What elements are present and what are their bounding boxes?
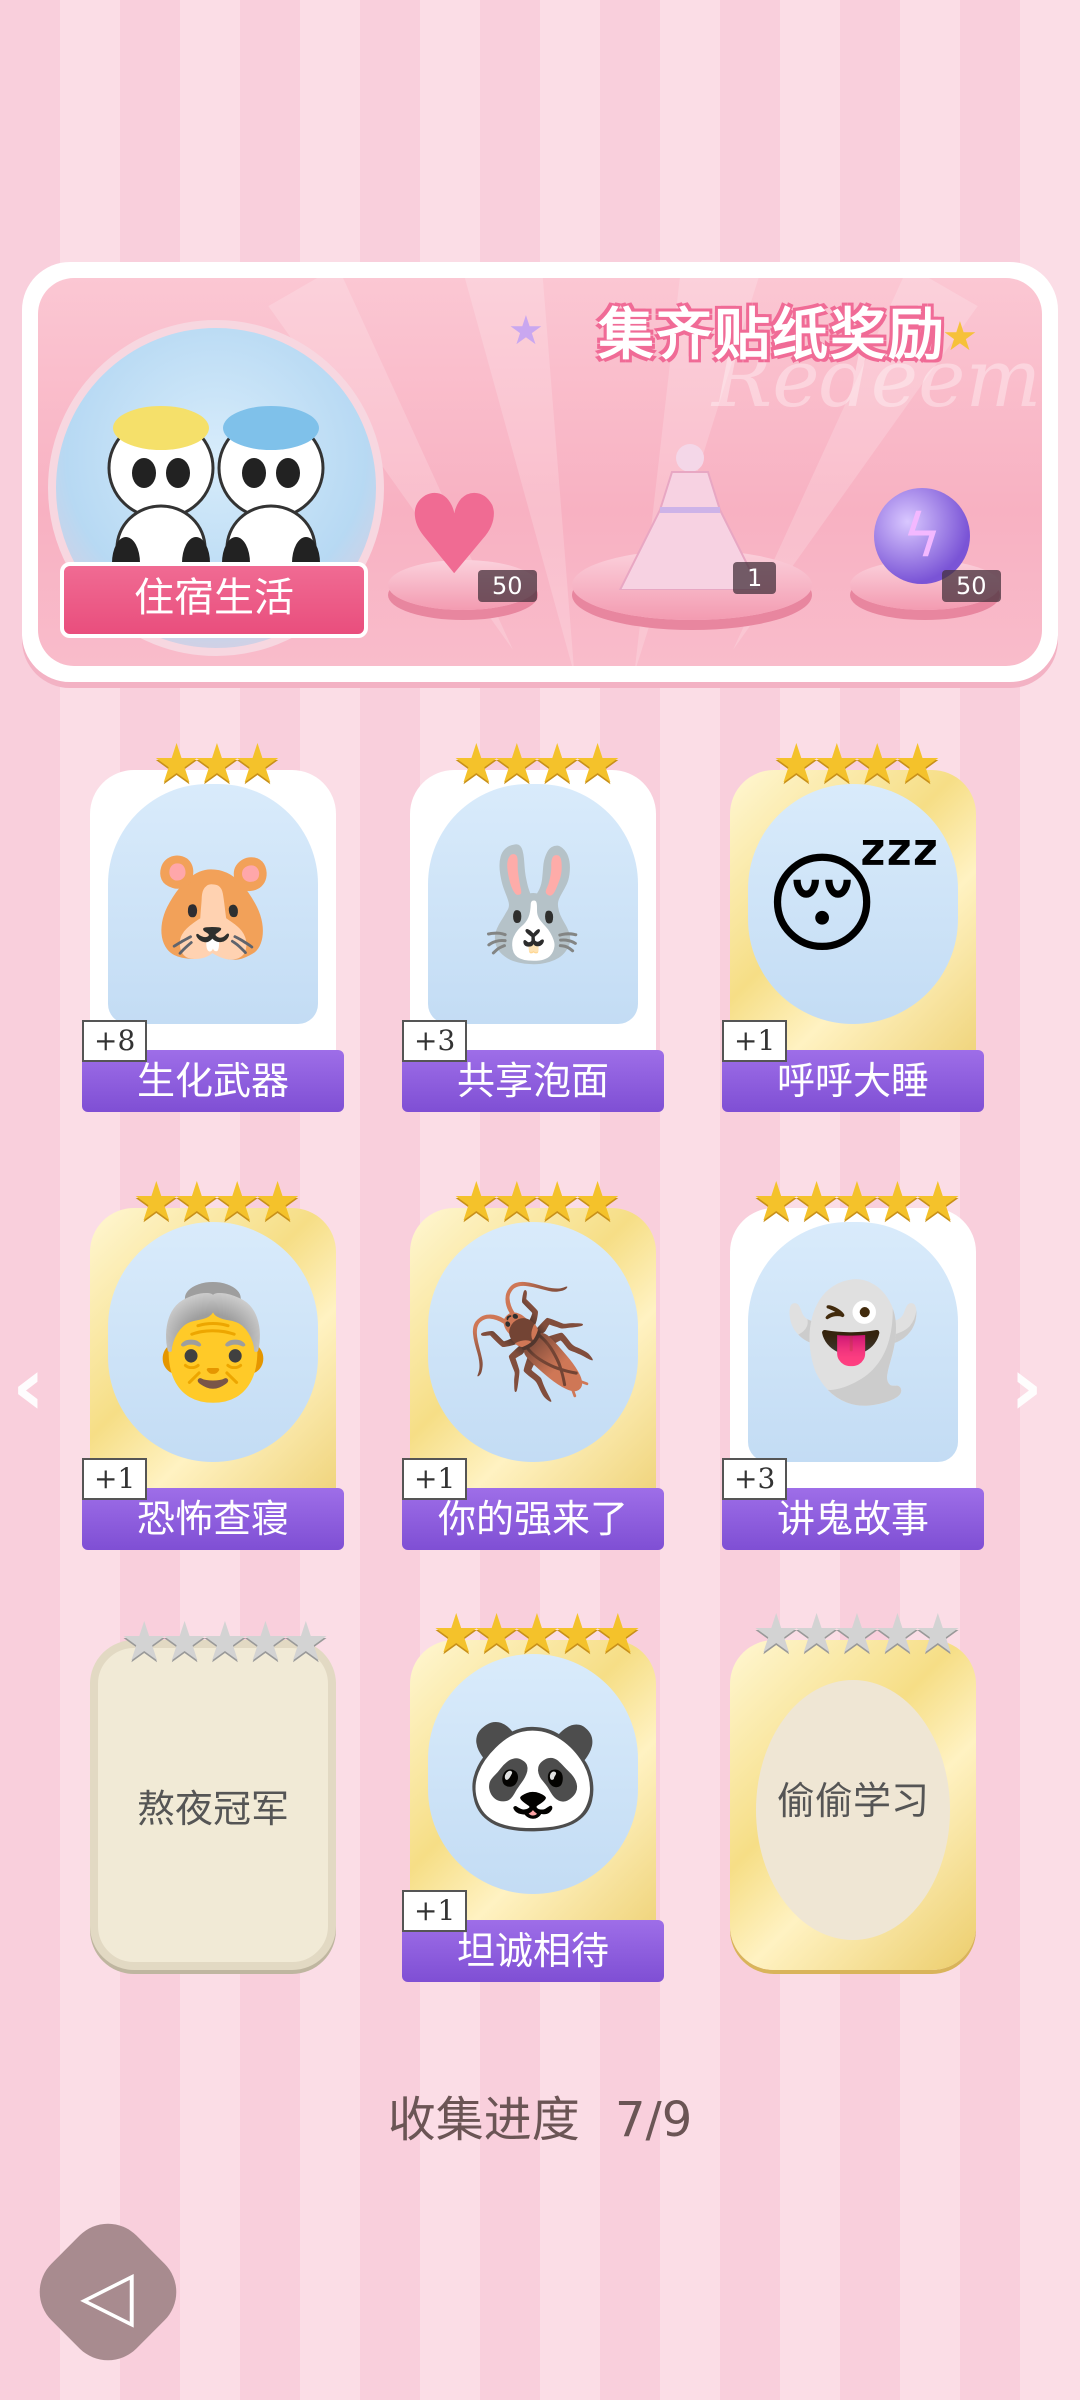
card-count-badge: +3 [722, 1458, 788, 1500]
star-icon: ★ [508, 308, 544, 354]
cockroach-icon: 🪳 [428, 1222, 638, 1462]
star-icon: ★ [472, 1602, 521, 1665]
star-rating: ★★★★★ [730, 1604, 976, 1664]
capybara-icon: 🐹 [108, 784, 318, 1024]
next-arrow[interactable]: › [1010, 1340, 1043, 1433]
pandas-icon: 🐼 [428, 1654, 638, 1894]
card-count-badge: +1 [402, 1890, 468, 1932]
ghost-boy-icon: 👻 [748, 1222, 958, 1462]
dorm-auntie-icon: 👵 [108, 1222, 318, 1462]
star-icon: ★ [913, 1602, 963, 1665]
star-icon: ★ [873, 1602, 922, 1665]
card-count-badge: +1 [82, 1458, 148, 1500]
sticker-card[interactable]: ★★★★★ 偷偷学习 [730, 1604, 976, 1970]
star-icon: ★ [253, 1170, 302, 1233]
bunny-noodles-icon: 🐰 [428, 784, 638, 1024]
star-icon: ★ [832, 1602, 882, 1665]
sticker-card[interactable]: ★★★★ 🐰 共享泡面 +3 [402, 734, 664, 1112]
banner-title: 集齐贴纸奖励 [598, 303, 946, 368]
star-icon: ★ [132, 1170, 181, 1233]
star-icon: ★ [593, 1602, 643, 1665]
star-icon: ★ [893, 732, 942, 795]
star-icon: ★ [200, 1610, 250, 1673]
progress-value: 7/9 [615, 2092, 693, 2148]
star-icon: ★ [792, 1602, 841, 1665]
star-icon: ★ [573, 732, 622, 795]
sticker-card[interactable]: ★★★★★ 🐼 坦诚相待 +1 [402, 1604, 664, 1982]
reward-count: 50 [942, 570, 1001, 602]
star-icon: ★ [913, 1170, 963, 1233]
sticker-card[interactable]: ★★★★★ 熬夜冠军 [90, 1612, 336, 1970]
star-icon: ★ [751, 1170, 801, 1233]
sticker-card[interactable]: ★★★★★ 👻 讲鬼故事 +3 [722, 1172, 984, 1550]
star-icon: ★ [553, 1602, 602, 1665]
card-name: 熬夜冠军 [136, 1787, 289, 1831]
reward-count: 50 [478, 570, 537, 602]
star-icon: ★ [241, 1610, 290, 1673]
progress-label: 收集进度 [387, 2092, 580, 2148]
star-icon: ★ [573, 1170, 622, 1233]
set-label: 住宿生活 [60, 562, 368, 638]
reward-count: 1 [733, 562, 777, 594]
sticker-card[interactable]: ★★★★ 🪳 你的强来了 +1 [402, 1172, 664, 1550]
card-name: 偷偷学习 [776, 1779, 929, 1823]
star-icon: ★ [751, 1602, 801, 1665]
star-icon: ★ [431, 1602, 481, 1665]
back-arrow-icon[interactable]: ◁ [62, 2250, 152, 2340]
card-count-badge: +8 [82, 1020, 148, 1062]
card-count-badge: +3 [402, 1020, 468, 1062]
card-count-badge: +1 [402, 1458, 468, 1500]
star-icon: ★ [281, 1610, 331, 1673]
star-rating: ★★★★★ [98, 1612, 344, 1672]
star-icon: ★ [772, 732, 821, 795]
collection-progress: 收集进度 7/9 [0, 2080, 1080, 2150]
star-icon: ★ [452, 1170, 501, 1233]
sticker-card[interactable]: ★★★★ 😴 呼呼大睡 +1 [722, 734, 984, 1112]
star-icon: ★ [119, 1610, 169, 1673]
sticker-card[interactable]: ★★★★ 👵 恐怖查寝 +1 [82, 1172, 344, 1550]
star-icon: ★ [160, 1610, 209, 1673]
card-count-badge: +1 [722, 1020, 788, 1062]
sticker-card[interactable]: ★★★ 🐹 生化武器 +8 [82, 734, 344, 1112]
prev-arrow[interactable]: ‹ [12, 1340, 45, 1433]
sleeping-boy-icon: 😴 [748, 784, 958, 1024]
star-icon: ★ [452, 732, 501, 795]
